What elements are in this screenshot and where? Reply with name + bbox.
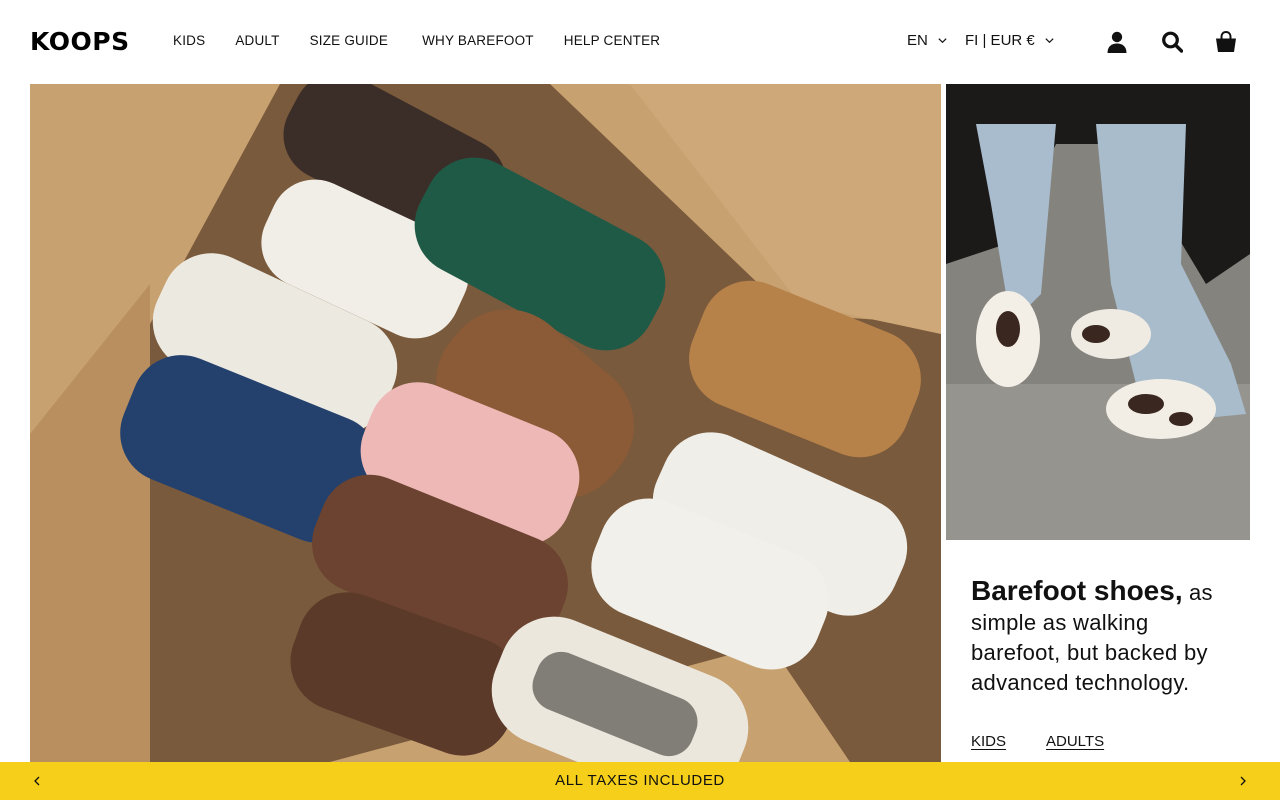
hero-text: Barefoot shoes, as simple as walking bar…: [971, 576, 1241, 698]
chevron-down-icon: [938, 38, 947, 44]
hero-link-kids[interactable]: KIDS: [971, 733, 1006, 750]
nav-item-why-barefoot[interactable]: WHY BAREFOOT: [422, 33, 534, 48]
nav-item-help-center[interactable]: HELP CENTER: [564, 33, 660, 48]
brand-logo[interactable]: KOOPS: [30, 27, 130, 56]
chevron-right-icon[interactable]: [1237, 775, 1249, 787]
country-currency-selector[interactable]: FI | EUR €: [965, 32, 1055, 49]
hero-link-adults[interactable]: ADULTS: [1046, 733, 1104, 750]
currency-label: FI | EUR €: [965, 32, 1035, 49]
bag-icon[interactable]: [1215, 30, 1237, 54]
site-header: KOOPS KIDS ADULT SIZE GUIDE WHY BAREFOOT…: [0, 0, 1280, 84]
main-nav: KIDS ADULT SIZE GUIDE WHY BAREFOOT HELP …: [173, 33, 690, 48]
hero-headline: Barefoot shoes, as simple as walking bar…: [971, 576, 1241, 698]
nav-item-adult[interactable]: ADULT: [235, 33, 279, 48]
hero-links: KIDS ADULTS: [971, 733, 1104, 750]
nav-item-size-guide[interactable]: SIZE GUIDE: [310, 33, 389, 48]
chevron-down-icon: [1045, 38, 1054, 44]
search-icon[interactable]: [1161, 30, 1183, 54]
nav-item-kids[interactable]: KIDS: [173, 33, 205, 48]
announcement-bar: ALL TAXES INCLUDED: [0, 762, 1280, 800]
language-label: EN: [907, 32, 928, 49]
announcement-text: ALL TAXES INCLUDED: [555, 772, 725, 789]
hero-image-shoes-box: [30, 84, 941, 762]
hero-headline-bold: Barefoot shoes,: [971, 575, 1183, 606]
user-icon[interactable]: [1106, 30, 1128, 54]
language-selector[interactable]: EN: [907, 32, 948, 49]
side-image-cow-print-shoes: [946, 84, 1250, 540]
